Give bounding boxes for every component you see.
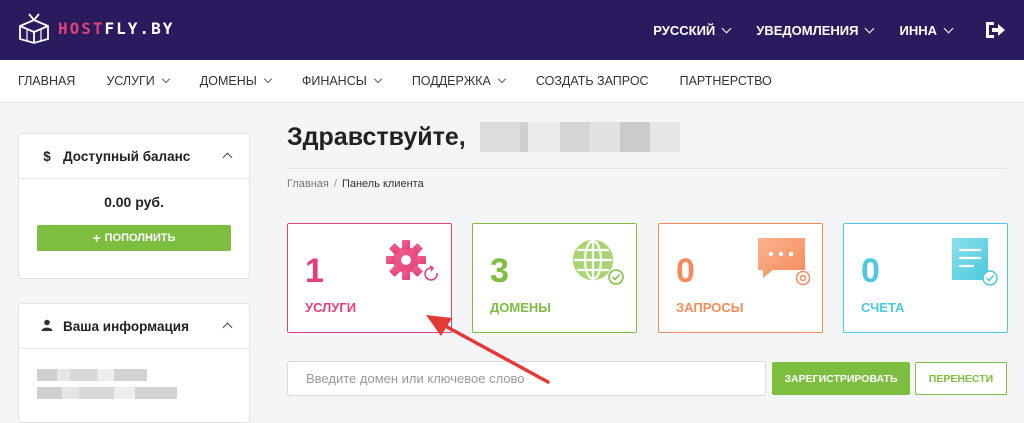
nav-domains-label: ДОМЕНЫ	[199, 74, 257, 88]
services-label: УСЛУГИ	[305, 300, 357, 315]
greeting-text: Здравствуйте,	[287, 122, 466, 151]
globe-icon	[572, 239, 624, 285]
chevron-down-icon	[497, 74, 507, 84]
tickets-count: 0	[676, 252, 695, 290]
balance-title: Доступный баланс	[63, 148, 191, 164]
chevron-down-icon	[943, 23, 954, 33]
notifications-label: УВЕДОМЛЕНИЯ	[756, 22, 859, 38]
info-panel-header[interactable]: Ваша информация	[19, 304, 249, 349]
chevron-down-icon	[373, 74, 383, 84]
user-name: ИННА	[899, 22, 937, 38]
nav-create-ticket[interactable]: СОЗДАТЬ ЗАПРОС	[536, 74, 649, 88]
logo[interactable]: HOSTFLY.BY	[18, 12, 174, 44]
redacted-info	[37, 369, 147, 381]
chevron-down-icon	[865, 23, 875, 33]
domains-card[interactable]: 3 ДОМЕНЫ	[472, 223, 637, 333]
nav-services-label: УСЛУГИ	[106, 74, 155, 88]
nav-finance[interactable]: ФИНАНСЫ	[301, 74, 383, 88]
dollar-icon: $	[43, 148, 51, 164]
domain-search-input[interactable]	[287, 361, 766, 396]
invoices-count: 0	[861, 252, 880, 290]
nav-support-label: ПОДДЕРЖКА	[411, 74, 491, 88]
logout-icon[interactable]	[984, 20, 1006, 40]
plus-icon: +	[92, 230, 101, 246]
nav-partnership[interactable]: ПАРТНЕРСТВО	[680, 74, 772, 88]
breadcrumb-home[interactable]: Главная	[287, 178, 329, 190]
services-card[interactable]: 1 УСЛУГИ	[287, 223, 452, 333]
top-menu: РУССКИЙ УВЕДОМЛЕНИЯ ИННА	[627, 0, 1006, 60]
top-bar: HOSTFLY.BY РУССКИЙ УВЕДОМЛЕНИЯ ИННА	[0, 0, 1024, 60]
services-count: 1	[305, 252, 324, 290]
tickets-label: ЗАПРОСЫ	[676, 300, 744, 315]
nav-home-label: ГЛАВНАЯ	[18, 74, 76, 88]
logo-fly: FLY.BY	[104, 18, 175, 38]
invoices-label: СЧЕТА	[861, 300, 905, 315]
user-icon	[39, 319, 55, 334]
chevron-up-icon[interactable]	[222, 322, 233, 333]
page-title: Здравствуйте,	[287, 122, 680, 152]
logo-icon	[19, 13, 49, 44]
nav-partnership-label: ПАРТНЕРСТВО	[679, 74, 772, 88]
main-nav: ГЛАВНАЯ УСЛУГИ ДОМЕНЫ ФИНАНСЫ ПОДДЕРЖКА …	[0, 60, 1024, 103]
nav-finance-label: ФИНАНСЫ	[301, 74, 367, 88]
gear-icon	[386, 240, 438, 281]
title-divider	[287, 168, 1007, 169]
breadcrumb-separator: /	[333, 178, 337, 190]
user-menu[interactable]: ИННА	[899, 22, 954, 38]
balance-panel: $ Доступный баланс 0.00 руб. + ПОПОЛНИТЬ	[18, 133, 250, 279]
topup-button[interactable]: + ПОПОЛНИТЬ	[37, 225, 231, 251]
breadcrumb: Главная / Панель клиента	[287, 178, 424, 190]
chevron-up-icon[interactable]	[222, 152, 233, 163]
language-label: РУССКИЙ	[653, 22, 716, 38]
domains-count: 3	[490, 252, 509, 290]
nav-home[interactable]: ГЛАВНАЯ	[18, 74, 75, 88]
invoice-icon	[952, 238, 998, 286]
invoices-card[interactable]: 0 СЧЕТА	[843, 223, 1008, 333]
language-menu[interactable]: РУССКИЙ	[653, 22, 732, 38]
logo-host: HOST	[58, 18, 105, 38]
domains-label: ДОМЕНЫ	[490, 300, 551, 315]
transfer-domain-button[interactable]: ПЕРЕНЕСТИ	[915, 362, 1007, 395]
chat-icon	[758, 238, 811, 286]
nav-create-ticket-label: СОЗДАТЬ ЗАПРОС	[535, 74, 649, 88]
info-title: Ваша информация	[63, 318, 189, 334]
chevron-down-icon	[721, 23, 732, 33]
breadcrumb-current: Панель клиента	[341, 178, 424, 190]
topup-label: ПОПОЛНИТЬ	[104, 232, 176, 244]
notifications-menu[interactable]: УВЕДОМЛЕНИЯ	[756, 22, 875, 38]
tickets-card[interactable]: 0 ЗАПРОСЫ	[658, 223, 823, 333]
nav-support[interactable]: ПОДДЕРЖКА	[411, 74, 507, 88]
register-domain-button[interactable]: ЗАРЕГИСТРИРОВАТЬ	[772, 362, 910, 395]
logo-text: HOSTFLY.BY	[58, 19, 174, 38]
chevron-down-icon	[161, 74, 171, 84]
nav-services[interactable]: УСЛУГИ	[106, 74, 171, 88]
redacted-info	[37, 387, 177, 399]
redacted-user-name	[479, 122, 680, 152]
nav-domains[interactable]: ДОМЕНЫ	[199, 74, 273, 88]
balance-panel-header[interactable]: $ Доступный баланс	[19, 134, 249, 179]
chevron-down-icon	[263, 74, 273, 84]
info-panel: Ваша информация	[18, 303, 250, 423]
balance-amount: 0.00 руб.	[104, 194, 164, 210]
